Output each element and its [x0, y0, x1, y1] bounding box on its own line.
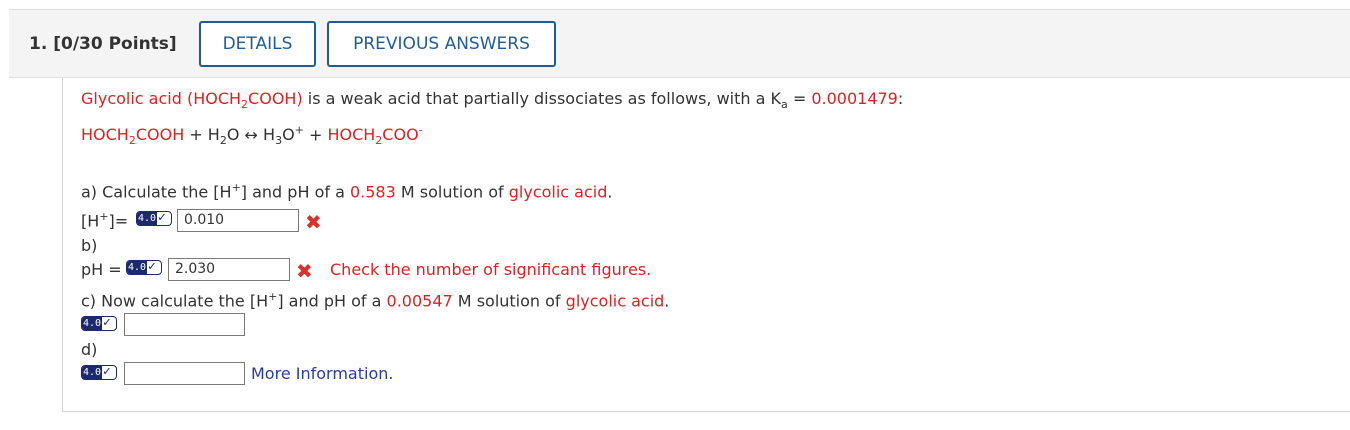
check-icon: ✓: [103, 364, 111, 379]
formula-part: (HOCH: [186, 89, 242, 108]
product-glycolate: HOCH2COO-: [327, 124, 423, 148]
reactant-glycolic-acid: HOCH2COOH: [81, 125, 185, 147]
incorrect-x-icon: ✖: [305, 210, 322, 234]
eq-part: + H: [189, 125, 220, 145]
points-label: [0/30 Points]: [53, 34, 177, 54]
badge-number: 4.0: [127, 261, 147, 274]
eq-part: O: [226, 125, 240, 145]
question-number: 1.: [29, 34, 48, 54]
label-text: ]=: [108, 211, 129, 231]
feedback-message: Check the number of significant figures.: [330, 260, 652, 279]
prompt-text: a) Calculate the [H: [81, 182, 232, 202]
eq-sup: -: [418, 124, 423, 137]
eq-part: O: [282, 125, 295, 145]
check-icon: ✓: [103, 315, 111, 330]
concentration-value: 0.00547: [386, 291, 453, 311]
badge-number: 4.0: [137, 212, 157, 225]
eq-sub: 3: [275, 134, 283, 148]
part-d-input[interactable]: [124, 362, 245, 385]
acid-name: glycolic acid: [508, 182, 608, 202]
eq-sup: +: [294, 124, 304, 137]
question-header: 1. [0/30 Points] DETAILS PREVIOUS ANSWER…: [9, 9, 1350, 78]
plus-sign: +: [308, 125, 323, 145]
prompt-text: c) Now calculate the [H: [81, 291, 269, 311]
intro-description: is a weak acid that partially dissociate…: [307, 89, 781, 108]
ka-sub: a: [780, 98, 788, 112]
eq-part: HOCH: [327, 125, 376, 145]
ka-value: 0.0001479: [811, 89, 898, 108]
formula-part: COOH): [248, 89, 303, 108]
prompt-sup: +: [231, 181, 241, 194]
eq-part: HOCH: [81, 125, 129, 145]
ph-label: pH =: [81, 260, 122, 279]
product-hydronium: H3O+: [263, 124, 304, 148]
more-information-link[interactable]: More Information.: [251, 364, 393, 383]
check-icon: ✓: [148, 259, 156, 274]
h-concentration-label: [H+]=: [81, 210, 128, 230]
prompt-text: .: [664, 291, 670, 311]
badge-number: 4.0: [82, 366, 102, 379]
prompt-text: M solution of: [400, 182, 504, 202]
h-concentration-input[interactable]: 0.010: [177, 209, 299, 232]
equilibrium-arrow: ↔: [244, 125, 258, 145]
formula-sub: 2: [241, 98, 249, 112]
check-icon: ✓: [158, 210, 166, 225]
colon: :: [897, 89, 904, 108]
ph-input[interactable]: 2.030: [168, 258, 290, 281]
reactant-water: + H2O: [189, 125, 240, 147]
question-title: 1. [0/30 Points]: [29, 34, 177, 54]
concentration-value: 0.583: [349, 182, 396, 202]
version-badge[interactable]: 4.0 ✓: [136, 210, 172, 226]
eq-sub: 2: [128, 134, 136, 148]
badge-number: 4.0: [82, 317, 102, 330]
part-c-input[interactable]: [124, 313, 245, 336]
prompt-text: ] and pH of a: [240, 182, 345, 202]
part-d-label: d): [81, 340, 98, 359]
acid-name: glycolic acid: [565, 291, 665, 311]
acid-formula: (HOCH2COOH): [186, 89, 303, 112]
previous-answers-button[interactable]: PREVIOUS ANSWERS: [327, 21, 556, 67]
eq-part: H: [263, 125, 276, 145]
eq-part: COO: [382, 125, 419, 145]
equals-sign: =: [792, 89, 807, 108]
version-badge[interactable]: 4.0 ✓: [81, 364, 117, 380]
details-button[interactable]: DETAILS: [199, 21, 316, 67]
version-badge[interactable]: 4.0 ✓: [126, 259, 162, 275]
eq-part: COOH: [135, 125, 185, 145]
part-c-prompt: c) Now calculate the [H+] and pH of a 0.…: [81, 290, 669, 310]
prompt-text: .: [607, 182, 613, 202]
label-sup: +: [99, 210, 109, 223]
prompt-text: M solution of: [457, 291, 561, 311]
prompt-text: ] and pH of a: [277, 291, 382, 311]
version-badge[interactable]: 4.0 ✓: [81, 315, 117, 331]
eq-sub: 2: [219, 134, 227, 148]
part-a-prompt: a) Calculate the [H+] and pH of a 0.583 …: [81, 181, 612, 201]
dissociation-equation: HOCH2COOH + H2O ↔ H3O+ + HOCH2COO-: [81, 124, 423, 148]
incorrect-x-icon: ✖: [296, 259, 313, 283]
intro-text: Glycolic acid (HOCH2COOH) is a weak acid…: [81, 89, 903, 111]
acid-name: Glycolic acid: [81, 89, 182, 108]
label-text: [H: [81, 211, 100, 231]
part-b-label: b): [81, 236, 98, 255]
prompt-sup: +: [268, 290, 278, 303]
